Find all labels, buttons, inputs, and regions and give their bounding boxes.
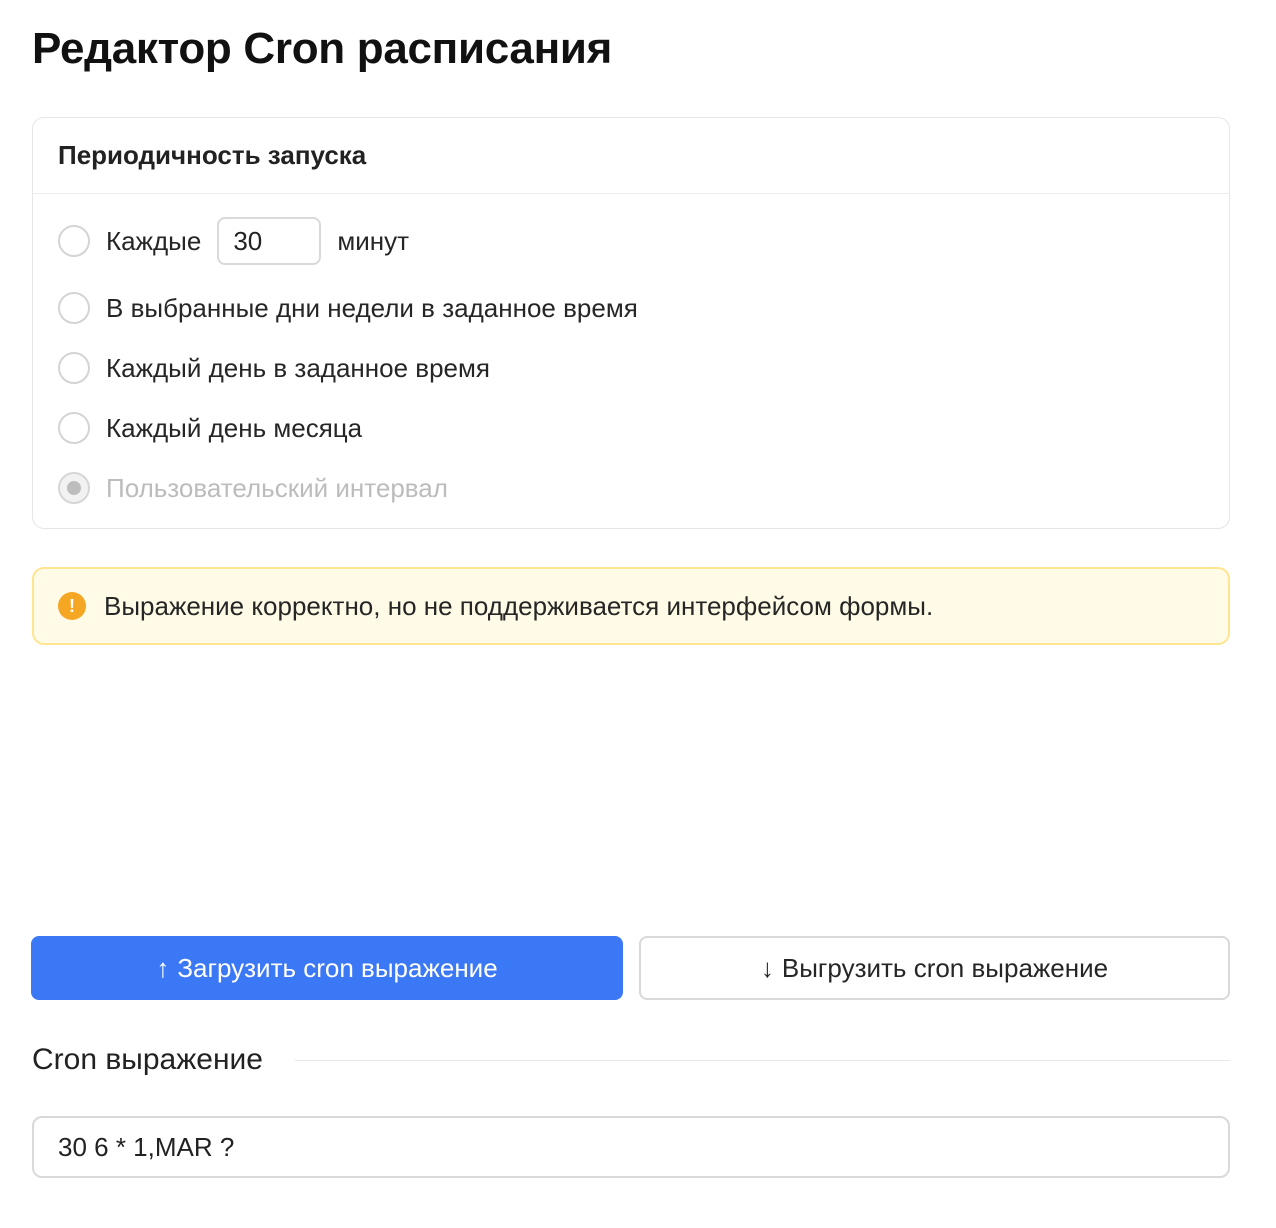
cron-editor-page: Редактор Cron расписания Периодичность з… xyxy=(0,0,1276,1228)
radio-custom-interval xyxy=(58,472,90,504)
radio-daily-time[interactable] xyxy=(58,352,90,384)
option-weekdays-time[interactable]: В выбранные дни недели в заданное время xyxy=(58,278,1204,338)
exclamation-icon: ! xyxy=(58,592,86,620)
alert-text: Выражение корректно, но не поддерживаетс… xyxy=(104,590,934,621)
radio-every-minutes[interactable] xyxy=(58,225,90,257)
schedule-card: Периодичность запуска Каждые минут В выб… xyxy=(32,117,1230,529)
download-cron-button[interactable]: ↓ Выгрузить cron выражение xyxy=(639,936,1230,1000)
option-day-of-month[interactable]: Каждый день месяца xyxy=(58,398,1204,458)
cron-section-divider: Cron выражение xyxy=(32,1040,1230,1080)
minutes-input[interactable] xyxy=(217,217,322,265)
radio-selected-dot xyxy=(67,481,81,495)
schedule-options: Каждые минут В выбранные дни недели в за… xyxy=(33,194,1229,518)
option-day-of-month-label: Каждый день месяца xyxy=(106,412,363,443)
option-daily-time[interactable]: Каждый день в заданное время xyxy=(58,338,1204,398)
option-weekdays-time-label: В выбранные дни недели в заданное время xyxy=(106,292,638,323)
option-custom-interval: Пользовательский интервал xyxy=(58,458,1204,518)
arrow-up-icon: ↑ xyxy=(156,952,170,983)
schedule-card-header: Периодичность запуска xyxy=(33,118,1229,194)
divider-line xyxy=(295,1059,1230,1061)
option-every-minutes[interactable]: Каждые минут xyxy=(58,216,1204,266)
option-daily-time-label: Каждый день в заданное время xyxy=(106,352,490,383)
schedule-card-title: Периодичность запуска xyxy=(58,140,367,170)
upload-cron-button[interactable]: ↑ Загрузить cron выражение xyxy=(31,936,623,1000)
arrow-down-icon: ↓ xyxy=(760,952,774,983)
radio-day-of-month[interactable] xyxy=(58,412,90,444)
page-title: Редактор Cron расписания xyxy=(32,24,612,73)
cron-expression-input[interactable] xyxy=(32,1116,1230,1178)
radio-weekdays-time[interactable] xyxy=(58,292,90,324)
every-prefix-label: Каждые xyxy=(106,225,202,256)
upload-cron-label: Загрузить cron выражение xyxy=(177,952,498,983)
download-cron-label: Выгрузить cron выражение xyxy=(781,952,1109,983)
option-custom-interval-label: Пользовательский интервал xyxy=(106,472,448,503)
cron-section-title: Cron выражение xyxy=(32,1043,263,1076)
warning-alert: ! Выражение корректно, но не поддерживае… xyxy=(32,567,1230,645)
every-suffix-label: минут xyxy=(337,225,409,256)
